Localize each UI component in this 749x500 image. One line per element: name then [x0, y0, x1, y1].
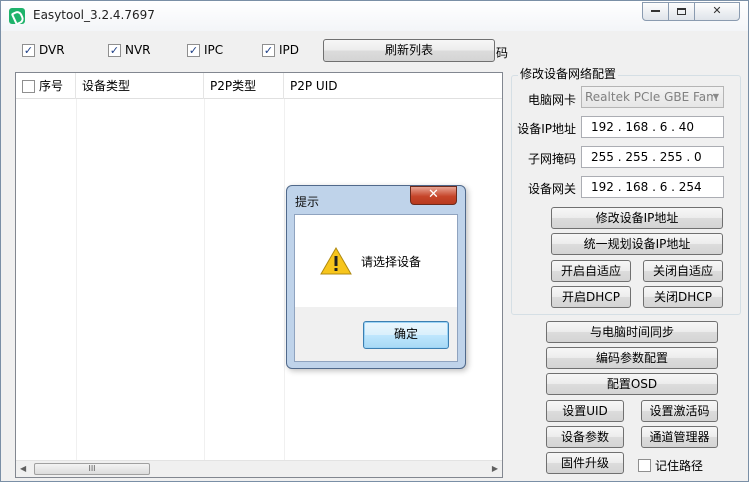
- adaptive-on-button[interactable]: 开启自适应: [551, 260, 631, 282]
- scroll-thumb[interactable]: III: [34, 463, 150, 475]
- channel-manager-button[interactable]: 通道管理器: [641, 426, 718, 448]
- close-icon: ✕: [712, 4, 722, 17]
- device-params-button[interactable]: 设备参数: [546, 426, 624, 448]
- title-bar: Easytool_3.2.4.7697 ✕: [1, 1, 748, 31]
- grid-line: [76, 99, 77, 461]
- list-header: 序号 设备类型 P2P类型 P2P UID: [16, 73, 502, 99]
- gateway-label: 设备网关: [527, 182, 576, 196]
- column-p2p-type[interactable]: P2P类型: [204, 73, 284, 99]
- filter-nvr-label: NVR: [125, 43, 151, 57]
- filter-ipd-checkbox[interactable]: ✓ IPD: [262, 43, 299, 57]
- prompt-dialog: 提示 ✕ 请选择设备 确定: [286, 185, 466, 369]
- window-title: Easytool_3.2.4.7697: [33, 8, 155, 22]
- scroll-right-icon[interactable]: ▶: [492, 464, 498, 473]
- encode-config-button[interactable]: 编码参数配置: [546, 347, 718, 369]
- maximize-icon: [677, 7, 686, 15]
- dhcp-off-button[interactable]: 关闭DHCP: [643, 286, 723, 308]
- checkbox-box: [638, 459, 651, 472]
- column-index[interactable]: 序号: [16, 73, 76, 99]
- dialog-message: 请选择设备: [361, 255, 422, 269]
- filter-nvr-checkbox[interactable]: ✓ NVR: [108, 43, 151, 57]
- ip-address-field[interactable]: 192 . 168 . 6 . 40: [581, 116, 724, 138]
- nic-select[interactable]: Realtek PCIe GBE Fam ▼: [581, 86, 724, 108]
- filter-ipc-label: IPC: [204, 43, 224, 57]
- gateway-field[interactable]: 192 . 168 . 6 . 254: [581, 176, 724, 198]
- minimize-icon: [651, 10, 660, 12]
- grid-line: [284, 99, 285, 461]
- dialog-content: 请选择设备: [295, 215, 457, 307]
- refresh-list-button[interactable]: 刷新列表: [323, 39, 495, 62]
- app-icon: [9, 8, 25, 24]
- firmware-upgrade-button[interactable]: 固件升级: [546, 452, 624, 474]
- filter-dvr-label: DVR: [39, 43, 65, 57]
- column-device-type[interactable]: 设备类型: [76, 73, 204, 99]
- filter-ipd-label: IPD: [279, 43, 300, 57]
- set-uid-button[interactable]: 设置UID: [546, 400, 624, 422]
- dialog-body: 请选择设备 确定: [294, 214, 458, 362]
- column-p2p-uid[interactable]: P2P UID: [284, 73, 502, 99]
- dialog-title: 提示: [295, 195, 320, 209]
- filter-dvr-checkbox[interactable]: ✓ DVR: [22, 43, 65, 57]
- warning-icon: [320, 247, 352, 275]
- set-activation-button[interactable]: 设置激活码: [641, 400, 718, 422]
- maximize-button[interactable]: [668, 2, 695, 21]
- grid-line: [204, 99, 205, 461]
- mask-label: 子网掩码: [527, 152, 576, 166]
- modify-ip-button[interactable]: 修改设备IP地址: [551, 207, 723, 229]
- ip-label: 设备IP地址: [517, 122, 576, 136]
- chevron-down-icon: ▼: [712, 92, 719, 101]
- nic-select-value: Realtek PCIe GBE Fam: [585, 90, 718, 104]
- network-config-title: 修改设备网络配置: [518, 65, 619, 82]
- dialog-close-button[interactable]: ✕: [410, 186, 457, 205]
- horizontal-scrollbar[interactable]: ◀ III ▶: [16, 460, 502, 477]
- check-icon: ✓: [22, 43, 35, 57]
- osd-config-button[interactable]: 配置OSD: [546, 373, 718, 395]
- close-button[interactable]: ✕: [694, 2, 740, 21]
- dhcp-on-button[interactable]: 开启DHCP: [551, 286, 631, 308]
- filter-ipc-checkbox[interactable]: ✓ IPC: [187, 43, 223, 57]
- scroll-left-icon[interactable]: ◀: [20, 464, 26, 473]
- adaptive-off-button[interactable]: 关闭自适应: [643, 260, 723, 282]
- close-icon: ✕: [428, 187, 439, 202]
- remember-path-label: 记住路径: [655, 459, 704, 473]
- column-index-label: 序号: [39, 79, 64, 93]
- check-icon: ✓: [262, 43, 275, 57]
- minimize-button[interactable]: [642, 2, 669, 21]
- ok-button[interactable]: 确定: [363, 321, 449, 349]
- truncated-label: 码: [496, 46, 509, 60]
- main-window: Easytool_3.2.4.7697 ✕ ✓ DVR ✓ NVR ✓ IPC …: [0, 0, 749, 482]
- subnet-mask-field[interactable]: 255 . 255 . 255 . 0: [581, 146, 724, 168]
- check-icon: ✓: [108, 43, 121, 57]
- check-icon: ✓: [187, 43, 200, 57]
- remember-path-checkbox[interactable]: 记住路径: [638, 457, 703, 474]
- nic-label: 电脑网卡: [527, 93, 576, 107]
- select-all-checkbox[interactable]: [22, 80, 35, 93]
- plan-ip-button[interactable]: 统一规划设备IP地址: [551, 233, 723, 255]
- sync-time-button[interactable]: 与电脑时间同步: [546, 321, 718, 343]
